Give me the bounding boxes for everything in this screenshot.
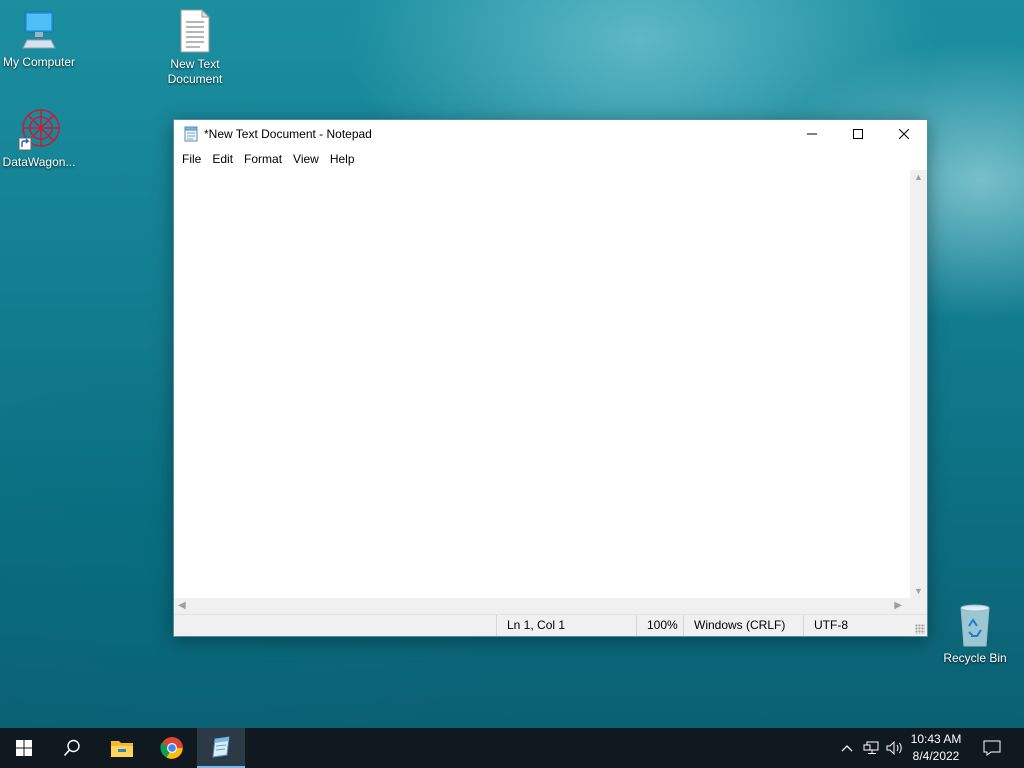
maximize-button[interactable] xyxy=(835,120,881,148)
close-icon xyxy=(899,129,909,139)
desktop-icon-new-text-document[interactable]: New Text Document xyxy=(153,8,237,87)
speaker-icon xyxy=(886,741,902,755)
monitor-icon xyxy=(22,11,56,49)
menu-help[interactable]: Help xyxy=(324,152,360,166)
desktop-icon-my-computer[interactable]: My Computer xyxy=(0,10,81,70)
scroll-down-icon[interactable]: ▼ xyxy=(910,586,927,596)
taskbar-clock[interactable]: 10:43 AM 8/4/2022 xyxy=(906,731,966,765)
chrome-icon xyxy=(160,737,183,759)
desktop-icon-label: DataWagon... xyxy=(2,155,76,169)
scroll-right-icon[interactable]: ▶ xyxy=(894,600,902,611)
desktop-icon-label: My Computer xyxy=(2,55,76,69)
maximize-icon xyxy=(853,129,863,139)
action-center-button[interactable] xyxy=(978,728,1006,768)
desktop-icon-datawagon[interactable]: DataWagon... xyxy=(0,106,81,170)
network-tray-button[interactable] xyxy=(860,728,882,768)
title-bar[interactable]: *New Text Document - Notepad xyxy=(174,120,927,148)
menu-bar: File Edit Format View Help xyxy=(174,148,927,170)
status-line-ending: Windows (CRLF) xyxy=(683,615,803,636)
chevron-up-icon xyxy=(841,745,853,752)
status-cursor-position: Ln 1, Col 1 xyxy=(496,615,636,636)
scrollbar-corner xyxy=(910,598,927,615)
notification-icon xyxy=(983,740,1001,756)
text-editor[interactable] xyxy=(174,170,910,598)
notepad-app-icon xyxy=(184,126,198,142)
start-button[interactable] xyxy=(0,728,48,768)
menu-view[interactable]: View xyxy=(287,152,324,166)
network-icon xyxy=(863,741,879,754)
vertical-scrollbar[interactable]: ▲ ▼ xyxy=(910,170,927,598)
desktop-icon-recycle-bin[interactable]: Recycle Bin xyxy=(933,602,1017,666)
scroll-left-icon[interactable]: ◀ xyxy=(178,600,186,611)
file-explorer-icon xyxy=(111,741,133,757)
start-icon xyxy=(16,740,32,756)
desktop-icon-label: Recycle Bin xyxy=(943,651,1007,665)
horizontal-scrollbar[interactable]: ◀ ▶ xyxy=(174,598,910,615)
search-icon xyxy=(63,739,80,757)
search-button[interactable] xyxy=(48,728,96,768)
taskbar-file-explorer[interactable] xyxy=(98,728,146,768)
menu-edit[interactable]: Edit xyxy=(206,152,238,166)
taskbar-chrome[interactable] xyxy=(148,728,196,768)
recycle-bin-icon xyxy=(960,604,990,647)
resize-grip-icon[interactable] xyxy=(915,624,925,634)
volume-tray-button[interactable] xyxy=(884,728,906,768)
status-zoom: 100% xyxy=(636,615,683,636)
status-bar: Ln 1, Col 1 100% Windows (CRLF) UTF-8 xyxy=(174,614,927,636)
menu-format[interactable]: Format xyxy=(238,152,287,166)
clock-date: 8/4/2022 xyxy=(912,749,960,763)
notepad-icon xyxy=(212,736,230,758)
notepad-window[interactable]: *New Text Document - Notepad File Edit F… xyxy=(173,119,928,637)
taskbar: 10:43 AM 8/4/2022 xyxy=(0,728,1024,768)
window-title: *New Text Document - Notepad xyxy=(204,127,372,141)
datawagon-shortcut-icon xyxy=(18,109,60,151)
text-document-icon xyxy=(180,8,211,53)
scroll-up-icon[interactable]: ▲ xyxy=(910,172,927,182)
status-encoding: UTF-8 xyxy=(803,615,913,636)
close-button[interactable] xyxy=(881,120,927,148)
minimize-icon xyxy=(807,133,817,135)
minimize-button[interactable] xyxy=(789,120,835,148)
clock-time: 10:43 AM xyxy=(910,732,962,746)
desktop-icon-label: New Text Document xyxy=(167,57,223,86)
menu-file[interactable]: File xyxy=(176,152,206,166)
taskbar-notepad[interactable] xyxy=(197,728,245,768)
show-hidden-icons-button[interactable] xyxy=(838,728,856,768)
